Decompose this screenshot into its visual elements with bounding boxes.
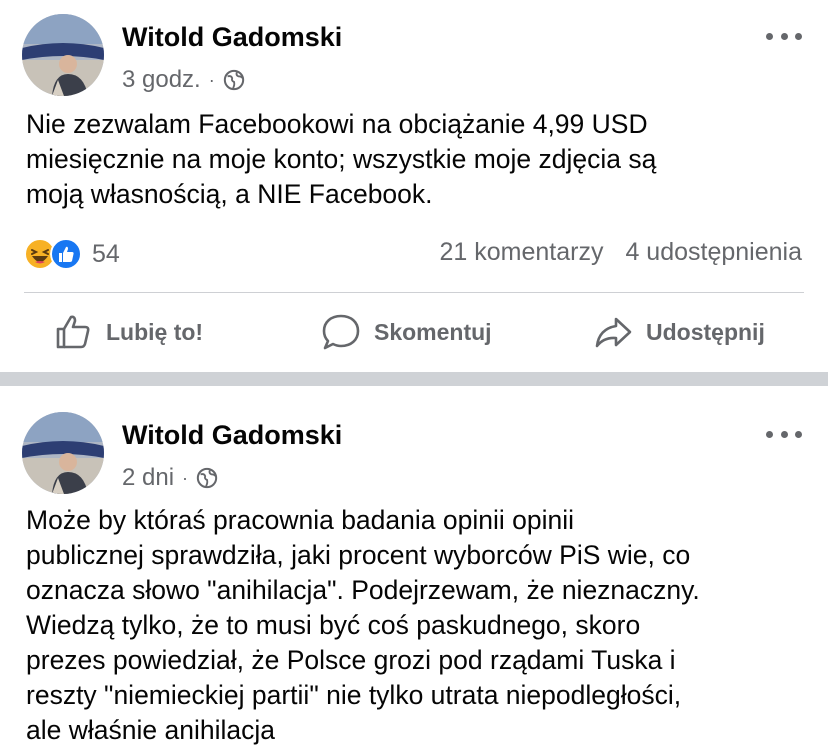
post-text: Może by któraś pracownia badania opinii … — [26, 503, 808, 748]
shares-count[interactable]: 4 udostępnienia — [625, 238, 802, 267]
post-text-line: reszty "niemieckiej partii" nie tylko ut… — [26, 680, 682, 710]
comment-label: Skomentuj — [374, 318, 492, 345]
post-text: Nie zezwalam Facebookowi na obciążanie 4… — [26, 107, 808, 212]
post-actions: Lubię to! Skomentuj Udostępnij — [0, 308, 828, 356]
globe-icon — [223, 69, 244, 91]
post-meta: 3 godz. · — [122, 66, 245, 94]
like-reaction-icon — [50, 238, 82, 270]
post-text-line: publicznej sprawdziła, jaki procent wybo… — [26, 540, 691, 570]
like-button[interactable]: Lubię to! — [52, 308, 203, 356]
post-card: Witold Gadomski 3 godz. · Nie zezwalam F… — [0, 0, 828, 372]
reactions-summary[interactable]: 54 — [24, 236, 120, 272]
thumbs-up-icon — [56, 315, 90, 349]
post-text-line: Wiedzą tylko, że to musi być coś paskudn… — [26, 610, 641, 640]
share-button[interactable]: Udostępnij — [592, 308, 765, 356]
reactions-count: 54 — [92, 239, 120, 268]
post-time[interactable]: 3 godz. — [122, 66, 201, 94]
meta-separator: · — [182, 467, 189, 488]
post-text-line: Może by któraś pracownia badania opinii … — [26, 505, 574, 535]
post-stats: 21 komentarzy 4 udostępnienia — [439, 238, 802, 267]
post-text-line: prezes powiedział, że Polsce grozi pod r… — [26, 645, 676, 675]
post-text-line: miesięcznie na moje konto; wszystkie moj… — [26, 144, 657, 174]
comment-bubble-icon — [322, 314, 360, 350]
post-meta: 2 dni · — [122, 464, 218, 492]
meta-separator: · — [208, 69, 215, 90]
like-label: Lubię to! — [106, 318, 204, 345]
profile-photo — [22, 14, 104, 96]
post-text-line: moją własnością, a NIE Facebook. — [26, 179, 433, 209]
globe-icon — [196, 467, 218, 489]
comment-button[interactable]: Skomentuj — [320, 308, 492, 356]
comments-count[interactable]: 21 komentarzy — [439, 238, 603, 267]
post-time[interactable]: 2 dni — [122, 464, 174, 492]
post-author[interactable]: Witold Gadomski — [122, 22, 342, 53]
share-arrow-icon — [595, 317, 632, 348]
post-text-line: oznacza słowo "anihilacja". Podejrzewam,… — [26, 575, 700, 605]
post-card: Witold Gadomski 2 dni · Może by któraś p… — [0, 386, 828, 756]
post-text-line: Nie zezwalam Facebookowi na obciążanie 4… — [26, 109, 648, 139]
avatar[interactable] — [22, 412, 104, 494]
feed-separator — [0, 372, 828, 386]
post-text-line: ale właśnie anihilacja — [26, 715, 275, 745]
share-label: Udostępnij — [646, 318, 765, 345]
more-options-icon[interactable] — [766, 30, 802, 42]
divider — [24, 292, 804, 293]
more-options-icon[interactable] — [766, 428, 802, 440]
post-author[interactable]: Witold Gadomski — [122, 420, 342, 451]
profile-photo — [22, 412, 104, 494]
avatar[interactable] — [22, 14, 104, 96]
